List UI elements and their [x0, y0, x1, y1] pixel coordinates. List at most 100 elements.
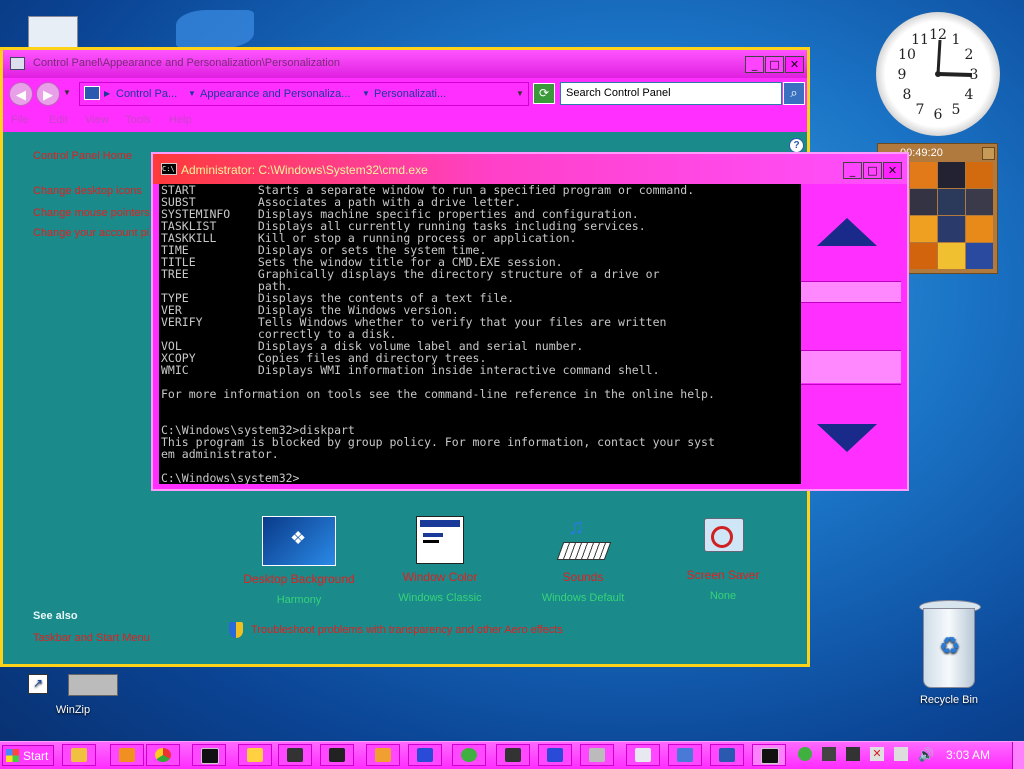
menu-edit[interactable]: Edit [49, 114, 68, 126]
breadcrumb-control-panel[interactable]: Control Pa... [116, 88, 177, 100]
app-icon [677, 748, 693, 762]
chevron-right-icon[interactable]: ▶ [104, 89, 110, 98]
tray-app-icon[interactable] [822, 747, 836, 761]
troubleshoot-transparency-link[interactable]: Troubleshoot problems with transparency … [251, 624, 563, 636]
cmd-output-line: For more information on tools see the co… [161, 387, 715, 401]
taskbar-app-12[interactable] [538, 744, 572, 766]
control-panel-icon [719, 748, 735, 762]
close-button[interactable]: ✕ [883, 162, 902, 179]
control-panel-titlebar[interactable]: Control Panel\Appearance and Personaliza… [3, 50, 807, 78]
taskbar-app-5[interactable] [238, 744, 272, 766]
chevron-right-icon[interactable]: ▼ [188, 89, 196, 98]
tray-action-center-icon[interactable]: ✕ [870, 747, 884, 761]
taskbar-app-15[interactable] [668, 744, 702, 766]
scrollbar-thumb-band [801, 282, 901, 302]
shortcut-arrow-icon: ↗ [28, 674, 48, 694]
show-desktop-button[interactable] [1012, 742, 1024, 769]
taskbar-app-8[interactable] [366, 744, 400, 766]
sidebar-change-mouse-pointers[interactable]: Change mouse pointers [33, 207, 150, 219]
back-button[interactable]: ◀ [9, 82, 33, 106]
taskbar-app-10[interactable] [452, 744, 486, 766]
control-panel-navbar: ◀ ▶ ▼ ▶ Control Pa... ▼ Appearance and P… [3, 78, 807, 110]
desktop-background-item[interactable]: ❖ Desktop Background Harmony [239, 516, 359, 606]
recycle-bin-icon: ♻ [917, 600, 981, 690]
desktop-icon-recycle-bin[interactable]: ♻ Recycle Bin [904, 600, 994, 706]
app-icon [287, 748, 303, 762]
desktop-background-value: Harmony [276, 594, 322, 606]
tray-gadget-icon[interactable] [798, 747, 812, 761]
shield-icon [229, 622, 243, 638]
sidebar-change-desktop-icons[interactable]: Change desktop icons [33, 185, 142, 197]
recent-pages-dropdown[interactable]: ▼ [63, 88, 71, 97]
scroll-down-arrow[interactable] [817, 424, 877, 452]
app-icon [375, 748, 391, 762]
folder-icon [71, 748, 87, 762]
taskbar-app-6[interactable] [278, 744, 312, 766]
cmd-output-line: C:\Windows\system32> [161, 471, 300, 484]
taskbar-control-panel[interactable] [710, 744, 744, 766]
breadcrumb-personalization[interactable]: Personalizati... [374, 88, 446, 100]
tray-clock[interactable]: 3:03 AM [946, 748, 990, 762]
taskbar-explorer[interactable] [62, 744, 96, 766]
taskbar-chrome[interactable] [146, 744, 180, 766]
sidebar-change-account-picture[interactable]: Change your account pi [33, 227, 149, 239]
taskbar-app-9[interactable] [408, 744, 442, 766]
scrollbar-thumb[interactable] [801, 351, 901, 383]
search-input[interactable] [563, 84, 779, 102]
sidebar-control-panel-home[interactable]: Control Panel Home [33, 150, 132, 162]
window-color-item[interactable]: Window Color Windows Classic [380, 516, 500, 604]
taskbar-cmd-active[interactable] [752, 744, 786, 766]
taskbar-app-13[interactable] [580, 744, 614, 766]
tray-icons[interactable]: ✕ 🔊 [796, 747, 936, 763]
taskbar-app-14[interactable] [626, 744, 660, 766]
scroll-up-arrow[interactable] [817, 218, 877, 246]
chevron-right-icon[interactable]: ▼ [362, 89, 370, 98]
control-panel-icon [84, 86, 100, 100]
maximize-button[interactable]: □ [863, 162, 882, 179]
window-color-value: Windows Classic [398, 592, 482, 604]
desktop-icon-winzip[interactable]: ↗ WinZip [28, 670, 118, 716]
help-icon[interactable]: ? [789, 138, 804, 153]
puzzle-close-icon[interactable] [982, 147, 995, 160]
cmd-window[interactable]: C:\ Administrator: C:\Windows\System32\c… [151, 152, 909, 491]
window-color-label: Window Color [402, 570, 478, 584]
minimize-button[interactable]: _ [745, 56, 764, 73]
cmd-console-output[interactable]: START Starts a separate window to run a … [159, 184, 801, 484]
taskbar-app-11[interactable] [496, 744, 530, 766]
maximize-button[interactable]: □ [765, 56, 784, 73]
vertical-scrollbar[interactable] [801, 184, 901, 484]
address-bar[interactable]: ▶ Control Pa... ▼ Appearance and Persona… [79, 82, 529, 106]
forward-button[interactable]: ▶ [36, 82, 60, 106]
menu-file[interactable]: File [11, 114, 29, 126]
refresh-button[interactable]: ⟳ [533, 83, 555, 104]
minimize-button[interactable]: _ [843, 162, 862, 179]
chevron-down-icon[interactable]: ▼ [516, 89, 524, 98]
taskbar-cmd[interactable] [192, 744, 226, 766]
sounds-label: Sounds [562, 570, 604, 584]
cmd-titlebar[interactable]: C:\ Administrator: C:\Windows\System32\c… [153, 154, 907, 184]
taskbar-media-player[interactable] [110, 744, 144, 766]
tray-volume-icon[interactable]: 🔊 [918, 747, 934, 763]
menu-tools[interactable]: Tools [125, 114, 151, 126]
tray-network-icon[interactable] [894, 747, 908, 761]
search-box[interactable] [560, 82, 782, 105]
menu-view[interactable]: View [85, 114, 109, 126]
breadcrumb-appearance[interactable]: Appearance and Personaliza... [200, 88, 350, 100]
desktop-icon-top-2[interactable] [160, 6, 260, 48]
svg-text:11: 11 [911, 32, 929, 48]
cmd-icon [201, 748, 219, 764]
desktop-icon-top-left[interactable] [18, 6, 88, 50]
clock-gadget[interactable]: 12 1 2 345 678 9 10 11 [876, 12, 1000, 136]
menu-help[interactable]: Help [169, 114, 192, 126]
search-icon[interactable]: ⌕ [783, 82, 805, 105]
start-button[interactable]: Start [2, 745, 54, 766]
taskbar-7zip[interactable] [320, 744, 354, 766]
control-panel-window-icon [10, 57, 25, 70]
sounds-icon: ♫ [556, 514, 612, 564]
close-button[interactable]: ✕ [785, 56, 804, 73]
screen-saver-item[interactable]: Screen Saver None [663, 516, 783, 602]
cmd-output-line: em administrator. [161, 447, 279, 461]
see-also-taskbar-link[interactable]: Taskbar and Start Menu [33, 632, 150, 644]
tray-app-icon[interactable] [846, 747, 860, 761]
sounds-item[interactable]: ♫ Sounds Windows Default [523, 514, 643, 604]
